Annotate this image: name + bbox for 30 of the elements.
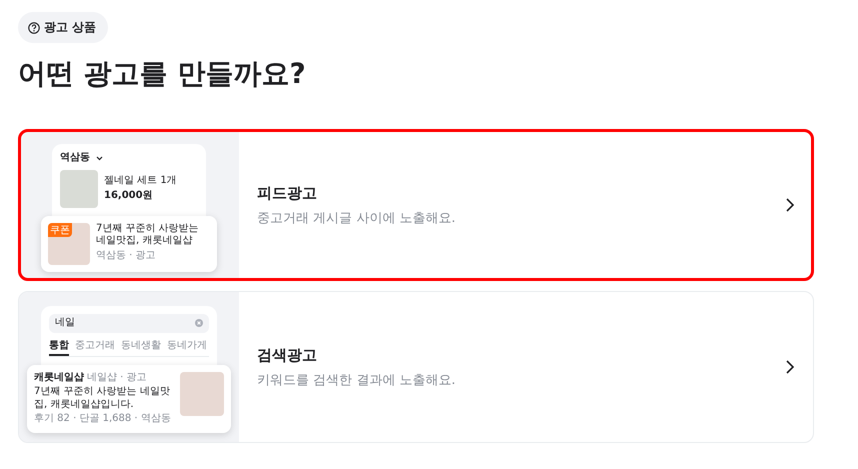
ad-text: 7년째 꾸준히 사랑받는 네일맛집, 캐롯네일샵	[96, 222, 200, 248]
ad-type-description: 중고거래 게시글 사이에 노출해요.	[257, 210, 456, 226]
photo-placeholder	[60, 170, 98, 208]
ad-meta: 역삼동 · 광고	[96, 250, 157, 262]
search-category-label: 통합	[49, 338, 69, 356]
chevron-right-icon	[786, 360, 795, 374]
ad-products-chip[interactable]: 광고 상품	[18, 12, 108, 43]
clear-icon	[195, 319, 203, 328]
search-category-label: 중고거래	[75, 338, 115, 352]
ad-stats: 후기 82 · 단골 1,688 · 역삼동	[34, 413, 172, 426]
ad-text: 7년째 꾸준히 사랑받는 네일맛집, 캐롯네일샵입니다.	[34, 386, 171, 411]
item-price: 16,000원	[104, 190, 154, 202]
chevron-down-icon	[96, 156, 103, 161]
location-label: 역삼동	[60, 152, 90, 164]
photo-placeholder	[180, 372, 224, 416]
ad-type-card[interactable]: 역삼동 젤네일 세트 1개 16,000원 쿠폰 7년째 꾸준히 사랑받는 네일맛집, 캐롯네일샵 역삼동 · 광고 피드광고 중고거래 게시글 사이에 노출해요.	[18, 129, 814, 281]
coupon-badge: 쿠폰	[48, 222, 72, 236]
ad-meta: 네일샵 · 광고	[87, 372, 147, 384]
ad-type-title: 피드광고	[257, 184, 318, 202]
search-category-label: 동네생활	[121, 338, 161, 352]
shop-name: 캐롯네일샵	[34, 372, 84, 384]
page-title: 어떤 광고를 만들까요?	[18, 56, 307, 92]
help-icon	[28, 22, 40, 34]
search-category-label: 동네가게	[167, 338, 207, 352]
item-title: 젤네일 세트 1개	[104, 175, 177, 188]
search-query: 네일	[55, 317, 75, 330]
chevron-right-icon	[786, 198, 795, 212]
ad-type-description: 키워드를 검색한 결과에 노출해요.	[257, 372, 456, 388]
ad-type-card[interactable]: 네일 통합 중고거래 동네생활 동네가게 캐롯네일샵 네일샵 · 광고 7년째 꾸준히 사랑받는 네일맛집, 캐롯네일샵입니다. 후기 82 · 단골 1,688 · 역삼동 검색광고 키워드를 검색한 결과에 노출해요.	[18, 291, 814, 443]
ad-type-title: 검색광고	[257, 346, 318, 364]
